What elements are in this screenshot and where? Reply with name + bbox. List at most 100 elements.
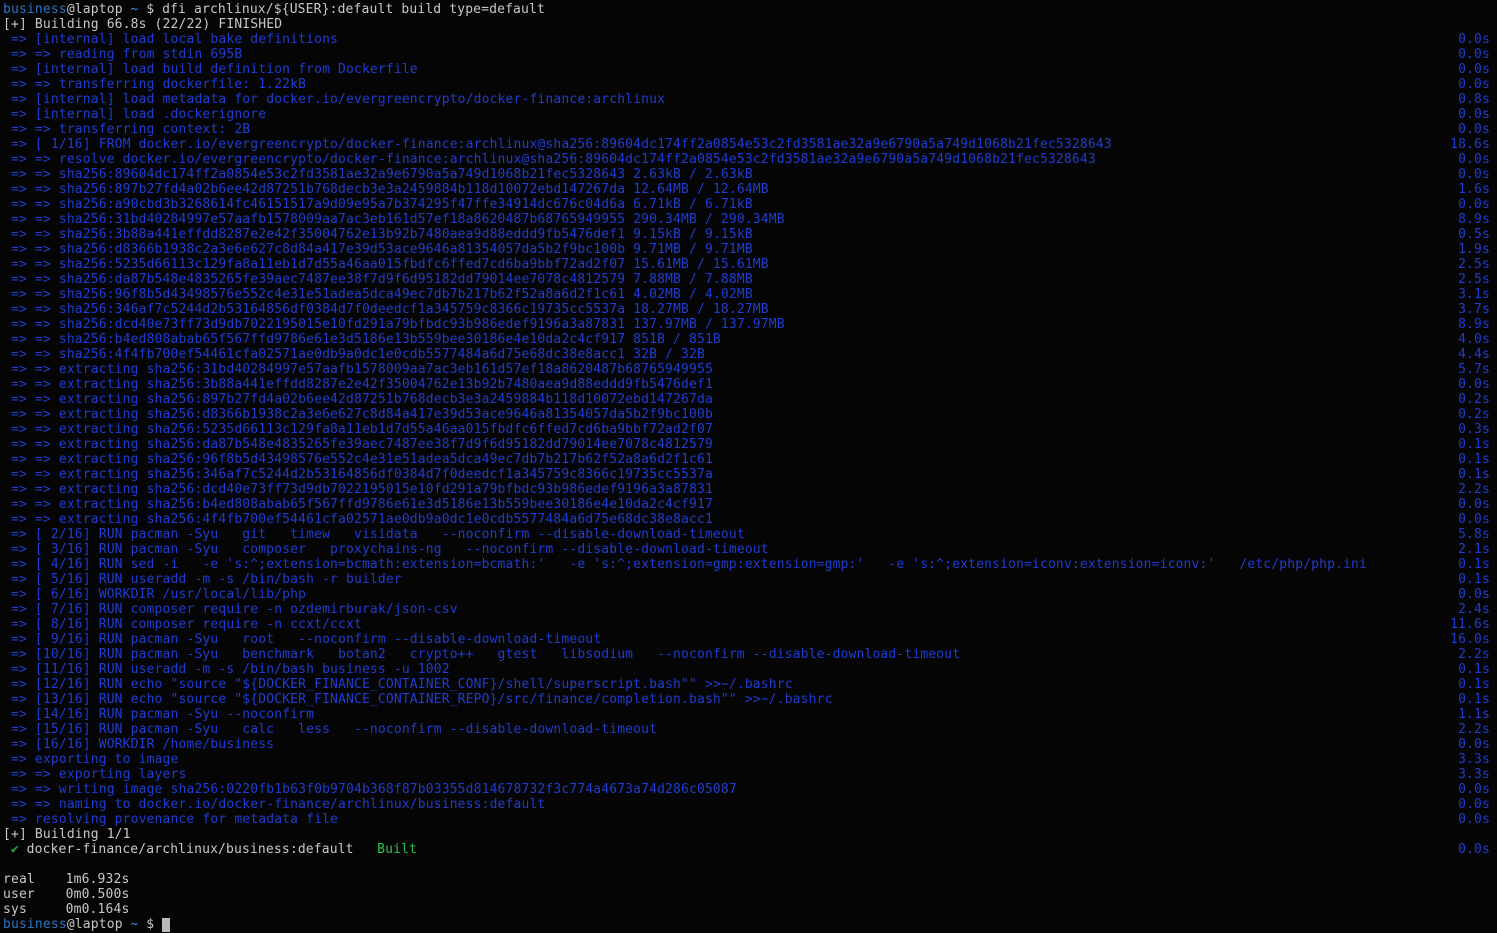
step-text: => [ 4/16] RUN sed -i -e 's:^;extension=… <box>3 557 1367 572</box>
step-text: => => transferring context: 2B <box>3 122 250 137</box>
result-duration: 0.0s <box>1458 842 1490 857</box>
step-duration: 8.9s <box>1458 212 1490 227</box>
build-step-line: => [internal] load .dockerignore 0.0s <box>3 107 1490 122</box>
build-step-line: => resolving provenance for metadata fil… <box>3 812 1490 827</box>
step-text: => [16/16] WORKDIR /home/business <box>3 737 274 752</box>
build-step-line: => => sha256:d8366b1938c2a3e6e627c8d84a4… <box>3 242 1490 257</box>
build-step-line: => => sha256:897b27fd4a02b6ee42d87251b76… <box>3 182 1490 197</box>
build-step-line: => => sha256:31bd40284997e57aafb1578009a… <box>3 212 1490 227</box>
build-step-line: => [internal] load build definition from… <box>3 62 1490 77</box>
build-result-line: ✔ docker-finance/archlinux/business:defa… <box>3 842 1490 857</box>
build-step-line: => [ 7/16] RUN composer require -n ozdem… <box>3 602 1490 617</box>
step-text: => => writing image sha256:0220fb1b63f0b… <box>3 782 737 797</box>
step-text: => [internal] load build definition from… <box>3 62 418 77</box>
build-step-line: => => sha256:b4ed808abab65f567ffd9786e61… <box>3 332 1490 347</box>
step-duration: 2.5s <box>1458 272 1490 287</box>
step-duration: 0.0s <box>1458 497 1490 512</box>
build-step-line: => [ 2/16] RUN pacman -Syu git timew vis… <box>3 527 1490 542</box>
build-footer: [+] Building 1/1 <box>3 827 131 842</box>
build-step-line: => => extracting sha256:d8366b1938c2a3e6… <box>3 407 1490 422</box>
timing-label: sys <box>3 902 66 917</box>
build-step-line: => [13/16] RUN echo "source "${DOCKER_FI… <box>3 692 1490 707</box>
step-text: => => sha256:da87b548e4835265fe39aec7487… <box>3 272 753 287</box>
step-duration: 0.0s <box>1458 812 1490 827</box>
build-step-line: => => extracting sha256:96f8b5d43498576e… <box>3 452 1490 467</box>
step-text: => [internal] load .dockerignore <box>3 107 266 122</box>
build-step-line: => => extracting sha256:da87b548e4835265… <box>3 437 1490 452</box>
step-duration: 2.5s <box>1458 257 1490 272</box>
build-step-line: => [ 9/16] RUN pacman -Syu root --noconf… <box>3 632 1490 647</box>
step-text: => => sha256:3b88a441effdd8287e2e42f3500… <box>3 227 753 242</box>
step-duration: 3.3s <box>1458 752 1490 767</box>
step-text: => [ 1/16] FROM docker.io/evergreencrypt… <box>3 137 1112 152</box>
step-text: => [10/16] RUN pacman -Syu benchmark bot… <box>3 647 960 662</box>
step-duration: 2.2s <box>1458 482 1490 497</box>
build-step-line: => => extracting sha256:dcd40e73ff73d9db… <box>3 482 1490 497</box>
step-duration: 0.1s <box>1458 557 1490 572</box>
step-duration: 0.1s <box>1458 452 1490 467</box>
build-step-line: => [11/16] RUN useradd -m -s /bin/bash b… <box>3 662 1490 677</box>
build-step-line: => [ 4/16] RUN sed -i -e 's:^;extension=… <box>3 557 1490 572</box>
build-step-line: => => sha256:4f4fb700ef54461cfa02571ae0d… <box>3 347 1490 362</box>
step-duration: 0.0s <box>1458 32 1490 47</box>
step-text: => => sha256:31bd40284997e57aafb1578009a… <box>3 212 785 227</box>
step-duration: 0.0s <box>1458 587 1490 602</box>
build-step-line: => exporting to image 3.3s <box>3 752 1490 767</box>
step-text: => => sha256:897b27fd4a02b6ee42d87251b76… <box>3 182 769 197</box>
step-text: => => exporting layers <box>3 767 186 782</box>
build-step-line: => => writing image sha256:0220fb1b63f0b… <box>3 782 1490 797</box>
build-step-line: => [internal] load metadata for docker.i… <box>3 92 1490 107</box>
timing-value: 0m0.500s <box>66 887 130 902</box>
terminal[interactable]: business @laptop ~ $ dfi archlinux/${USE… <box>0 0 1497 933</box>
build-step-line: => [12/16] RUN echo "source "${DOCKER_FI… <box>3 677 1490 692</box>
step-text: => => extracting sha256:b4ed808abab65f56… <box>3 497 713 512</box>
build-step-line: => => sha256:a90cbd3b3268614fc46151517a9… <box>3 197 1490 212</box>
step-text: => => sha256:dcd40e73ff73d9db7022195015e… <box>3 317 785 332</box>
step-text: => => extracting sha256:d8366b1938c2a3e6… <box>3 407 713 422</box>
step-text: => => sha256:89604dc174ff2a0854e53c2fd35… <box>3 167 753 182</box>
build-step-line: => => sha256:5235d66113c129fa8a11eb1d7d5… <box>3 257 1490 272</box>
command-text: dfi archlinux/${USER}:default build type… <box>162 2 545 17</box>
step-duration: 0.0s <box>1458 377 1490 392</box>
step-text: => [ 9/16] RUN pacman -Syu root --noconf… <box>3 632 601 647</box>
step-text: => exporting to image <box>3 752 179 767</box>
step-duration: 0.8s <box>1458 92 1490 107</box>
build-header-line: [+] Building 66.8s (22/22) FINISHED <box>3 17 1490 32</box>
build-step-line: => => transferring dockerfile: 1.22kB 0.… <box>3 77 1490 92</box>
step-duration: 4.4s <box>1458 347 1490 362</box>
step-text: => => extracting sha256:5235d66113c129fa… <box>3 422 713 437</box>
step-duration: 0.5s <box>1458 227 1490 242</box>
step-text: => [internal] load local bake definition… <box>3 32 338 47</box>
step-text: => => sha256:4f4fb700ef54461cfa02571ae0d… <box>3 347 705 362</box>
timing-label: real <box>3 872 66 887</box>
step-duration: 0.0s <box>1458 47 1490 62</box>
step-duration: 0.0s <box>1458 62 1490 77</box>
step-duration: 18.6s <box>1450 137 1490 152</box>
step-duration: 0.1s <box>1458 692 1490 707</box>
prompt-host: @laptop <box>67 2 123 17</box>
step-text: => [ 3/16] RUN pacman -Syu composer prox… <box>3 542 769 557</box>
build-step-line: => [16/16] WORKDIR /home/business 0.0s <box>3 737 1490 752</box>
step-duration: 0.1s <box>1458 467 1490 482</box>
build-step-line: => => extracting sha256:5235d66113c129fa… <box>3 422 1490 437</box>
prompt-line-bottom: business @laptop ~ $ <box>3 917 1490 932</box>
step-duration: 2.2s <box>1458 722 1490 737</box>
check-icon: ✔ <box>11 842 19 857</box>
timing-label: user <box>3 887 66 902</box>
step-text: => => extracting sha256:346af7c5244d2b53… <box>3 467 713 482</box>
step-duration: 5.7s <box>1458 362 1490 377</box>
timing-value: 0m0.164s <box>66 902 130 917</box>
prompt-symbol: $ <box>146 917 154 932</box>
step-text: => => sha256:346af7c5244d2b53164856df038… <box>3 302 769 317</box>
step-text: => [15/16] RUN pacman -Syu calc less --n… <box>3 722 657 737</box>
build-step-line: => [10/16] RUN pacman -Syu benchmark bot… <box>3 647 1490 662</box>
build-footer-line: [+] Building 1/1 <box>3 827 1490 842</box>
step-text: => [ 7/16] RUN composer require -n ozdem… <box>3 602 458 617</box>
build-step-line: => => naming to docker.io/docker-finance… <box>3 797 1490 812</box>
text-cursor <box>162 918 170 932</box>
build-step-line: => => extracting sha256:897b27fd4a02b6ee… <box>3 392 1490 407</box>
step-duration: 16.0s <box>1450 632 1490 647</box>
step-duration: 0.0s <box>1458 797 1490 812</box>
step-text: => => resolve docker.io/evergreencrypto/… <box>3 152 1096 167</box>
build-step-line: => => sha256:96f8b5d43498576e552c4e31e51… <box>3 287 1490 302</box>
